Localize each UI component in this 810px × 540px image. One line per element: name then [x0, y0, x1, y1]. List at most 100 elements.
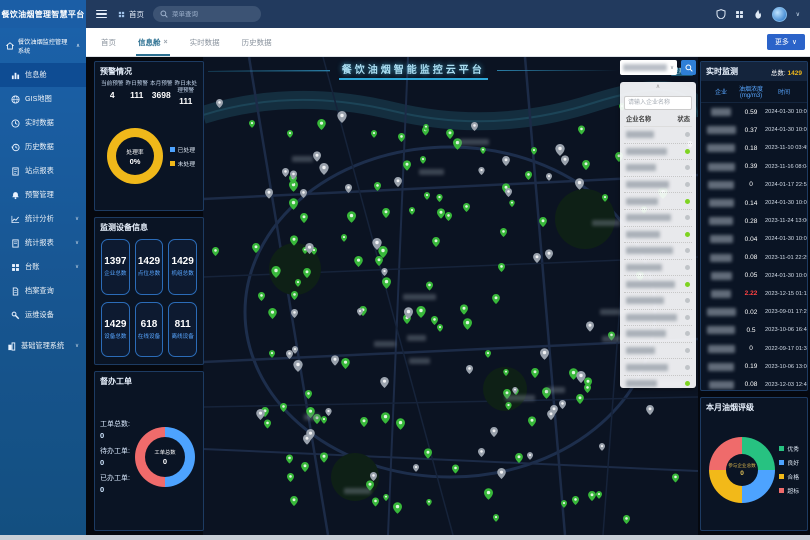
map-marker[interactable] — [337, 110, 347, 128]
sidebar-item-ledger[interactable]: 台账∨ — [0, 255, 86, 279]
map-marker[interactable] — [280, 399, 287, 417]
map-marker[interactable] — [290, 167, 297, 185]
map-marker[interactable] — [478, 162, 485, 180]
map-marker[interactable] — [576, 370, 586, 388]
map-marker[interactable] — [503, 363, 509, 381]
enterprise-row[interactable] — [624, 227, 692, 244]
monitor-row[interactable]: 0.042024-01-30 10:03:00 — [701, 230, 807, 248]
map-marker[interactable] — [498, 259, 505, 277]
map-marker[interactable] — [372, 237, 382, 255]
map-marker[interactable] — [533, 250, 541, 268]
map-marker[interactable] — [586, 319, 594, 337]
map-marker[interactable] — [301, 459, 309, 477]
device-stat-card[interactable]: 1429设备总数 — [101, 302, 130, 358]
map-marker[interactable] — [382, 205, 390, 223]
sidebar-item-base-system[interactable]: 基础管理系统∨ — [0, 334, 86, 358]
sidebar-item-alert-mgmt[interactable]: 预警管理 — [0, 183, 86, 207]
sidebar-item-site-report[interactable]: 站点报表 — [0, 159, 86, 183]
map-marker[interactable] — [525, 167, 532, 185]
map-marker[interactable] — [561, 495, 567, 513]
map-marker[interactable] — [252, 240, 260, 258]
map-marker[interactable] — [303, 265, 311, 283]
map-marker[interactable] — [286, 346, 293, 364]
enterprise-row[interactable] — [624, 359, 692, 376]
map-marker[interactable] — [576, 391, 584, 409]
map-marker[interactable] — [305, 241, 314, 259]
more-button[interactable]: 更多 ∨ — [767, 34, 805, 50]
map-marker[interactable] — [466, 361, 473, 379]
sidebar-item-info-cabin[interactable]: 信息舱 — [0, 63, 86, 87]
map-marker[interactable] — [463, 199, 470, 217]
map-marker[interactable] — [500, 224, 507, 242]
map-marker[interactable] — [555, 143, 565, 161]
map-marker[interactable] — [484, 487, 493, 505]
menu-toggle-icon[interactable] — [96, 10, 107, 19]
map-marker[interactable] — [291, 287, 298, 305]
map-marker[interactable] — [452, 461, 459, 479]
map-marker[interactable] — [258, 288, 265, 306]
map-marker[interactable] — [493, 509, 499, 527]
map-marker[interactable] — [527, 447, 533, 465]
map-marker[interactable] — [471, 118, 478, 136]
map-marker[interactable] — [271, 265, 281, 283]
map-marker[interactable] — [588, 488, 596, 506]
map-marker[interactable] — [426, 493, 432, 511]
map-marker[interactable] — [437, 206, 445, 224]
map-marker[interactable] — [331, 353, 339, 371]
map-marker[interactable] — [398, 129, 405, 147]
map-marker[interactable] — [502, 153, 510, 171]
map-marker[interactable] — [436, 189, 443, 207]
map-marker[interactable] — [396, 417, 405, 435]
enterprise-row[interactable] — [624, 193, 692, 210]
map-marker[interactable] — [212, 243, 219, 261]
map-marker[interactable] — [291, 305, 298, 323]
sidebar-item-gis-map[interactable]: GIS地图 — [0, 87, 86, 111]
tab-history[interactable]: 历史数据 — [231, 28, 283, 56]
map-marker[interactable] — [547, 407, 555, 425]
map-marker[interactable] — [269, 345, 275, 363]
map-marker[interactable] — [403, 158, 411, 176]
map-marker[interactable] — [374, 178, 381, 196]
monitor-row[interactable]: 0.142024-01-30 10:03:00 — [701, 194, 807, 212]
sidebar-item-stat-report[interactable]: 统计报表∨ — [0, 231, 86, 255]
monitor-row[interactable]: 0.52023-10-06 16:44:00 — [701, 321, 807, 339]
map-marker[interactable] — [394, 174, 402, 192]
close-tab-icon[interactable]: × — [164, 39, 168, 46]
sidebar-item-ops-device[interactable]: 运维设备 — [0, 303, 86, 327]
map-marker[interactable] — [265, 186, 273, 204]
map-marker[interactable] — [545, 247, 553, 265]
map-marker[interactable] — [497, 466, 506, 484]
map-marker[interactable] — [646, 402, 654, 420]
map-marker[interactable] — [446, 126, 454, 144]
map-marker[interactable] — [282, 164, 289, 182]
tab-home[interactable]: 首页 — [90, 28, 127, 56]
enterprise-row[interactable] — [624, 210, 692, 227]
apps-icon[interactable] — [735, 10, 744, 19]
map-marker[interactable] — [463, 317, 472, 335]
map-marker[interactable] — [404, 306, 413, 324]
enterprise-row[interactable] — [624, 177, 692, 194]
enterprise-row[interactable] — [624, 243, 692, 260]
tab-realtime[interactable]: 实时数据 — [179, 28, 231, 56]
monitor-row[interactable]: 0.192023-10-06 13:04:00 — [701, 358, 807, 376]
sidebar-section-header[interactable]: 餐饮油烟监控管理系统 ∧ — [0, 28, 86, 63]
sidebar-item-history-data[interactable]: 历史数据 — [0, 135, 86, 159]
enterprise-select[interactable]: ∨ — [620, 60, 677, 75]
map-marker[interactable] — [381, 411, 390, 429]
map-marker[interactable] — [490, 424, 498, 442]
map-marker[interactable] — [383, 488, 389, 506]
monitor-row[interactable]: 0.282023-11-24 13:00:00 — [701, 212, 807, 230]
map-marker[interactable] — [623, 511, 630, 529]
monitor-row[interactable]: 0.082023-11-01 22:25:00 — [701, 249, 807, 267]
map-marker[interactable] — [424, 187, 430, 205]
map-marker[interactable] — [485, 345, 491, 363]
monitor-row[interactable]: 2.222023-12-15 01:11:00 — [701, 285, 807, 303]
map-marker[interactable] — [341, 229, 347, 247]
map-marker[interactable] — [582, 157, 590, 175]
monitor-row[interactable]: 0.022023-09-01 17:29:00 — [701, 303, 807, 321]
map-marker[interactable] — [290, 233, 298, 251]
enterprise-row[interactable] — [624, 343, 692, 360]
map-marker[interactable] — [531, 142, 537, 160]
map-marker[interactable] — [249, 115, 255, 133]
map-marker[interactable] — [370, 468, 377, 486]
